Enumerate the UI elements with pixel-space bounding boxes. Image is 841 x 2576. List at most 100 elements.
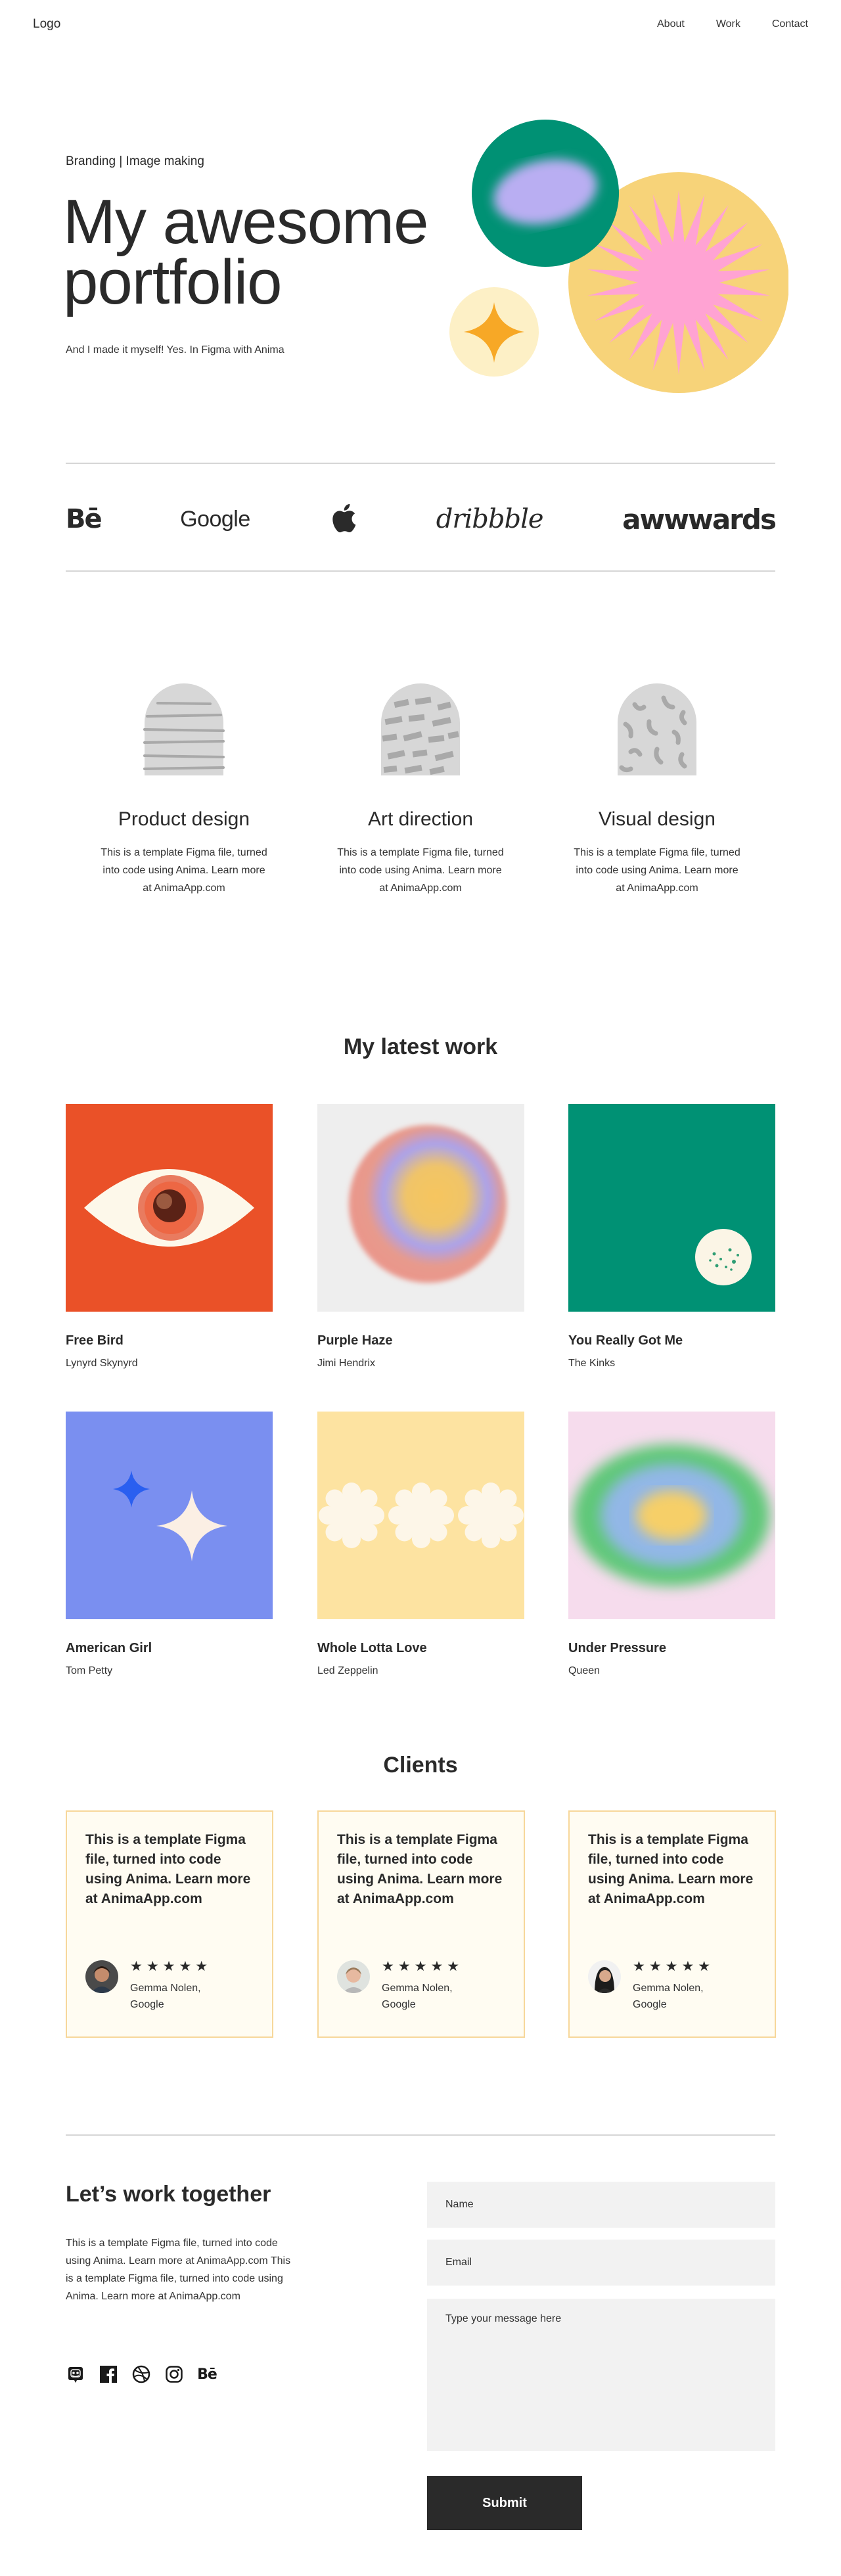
google-logo: Google [180,506,250,532]
name-input[interactable] [427,2182,775,2228]
client-name-line1: Gemma Nolen, [130,1983,201,1994]
work-title[interactable]: Under Pressure [568,1641,775,1656]
work-card-free-bird: Free Bird Lynyrd Skynyrd [66,1104,273,1369]
flower-petal [436,1506,454,1525]
facebook-icon[interactable] [99,2364,118,2384]
work-thumbnail[interactable] [317,1412,524,1619]
divider-bottom [66,570,775,572]
flower-petal [498,1523,517,1542]
flower-petal [319,1506,337,1525]
work-title[interactable]: Free Bird [66,1333,273,1348]
flower-petal [359,1489,378,1508]
contact-description: This is a template Figma file, turned in… [66,2238,291,2302]
service-visual-design: Visual design This is a template Figma f… [539,683,775,897]
behance-icon-glyph: Bē [197,2366,217,2383]
clients-title: Clients [383,1753,458,1778]
flower-petal [359,1523,378,1542]
client-name-line2: Google [633,1999,667,2010]
work-thumbnail[interactable] [568,1104,775,1312]
flower-petal [388,1506,407,1525]
brand-logos: Bē Google dribbble awwwards [66,486,777,552]
client-footer: ★★★★★ Gemma Nolen, Google [588,1960,714,2013]
client-testimonial-card: This is a template Figma file, turned in… [66,1810,273,2038]
work-title[interactable]: Purple Haze [317,1333,524,1348]
service-title: Product design [118,808,250,830]
work-thumbnail[interactable] [66,1104,273,1312]
hero-illustration [449,120,788,393]
client-name: Gemma Nolen, Google [633,1980,714,2013]
flower-petal [342,1530,361,1548]
avatar [337,1960,370,1993]
flower-petal [498,1489,517,1508]
client-testimonial-card: This is a template Figma file, turned in… [317,1810,525,2038]
flower-petal [342,1483,361,1501]
work-thumbnail[interactable] [317,1104,524,1312]
flower-petal [482,1530,500,1548]
work-artist: The Kinks [568,1358,616,1369]
flower-petal [465,1523,484,1542]
rating-stars: ★★★★★ [130,1959,212,1974]
flower-petal [325,1523,344,1542]
client-footer: ★★★★★ Gemma Nolen, Google [85,1960,212,2013]
work-artist: Lynyrd Skynyrd [66,1358,138,1369]
client-footer: ★★★★★ Gemma Nolen, Google [337,1960,463,2013]
work-thumbnail[interactable] [568,1412,775,1619]
hero-title: My awesome portfolio [63,191,431,314]
divider-top [66,463,775,464]
work-artist: Queen [568,1665,601,1676]
avatar [85,1960,118,1993]
rating-stars: ★★★★★ [633,1959,715,1974]
stripes-arch-icon [143,683,225,775]
site-header: Logo About Work Contact [0,0,841,53]
flower-petal [395,1523,414,1542]
social-links: Bē [66,2364,217,2384]
avatar [588,1960,621,1993]
site-logo[interactable]: Logo [33,17,60,32]
service-product-design: Product design This is a template Figma … [66,683,302,897]
dribbble-logo: dribbble [436,504,544,534]
work-artist: Jimi Hendrix [317,1358,376,1369]
discord-icon[interactable] [66,2364,85,2384]
work-title[interactable]: Whole Lotta Love [317,1641,524,1656]
client-quote: This is a template Figma file, turned in… [337,1832,503,1906]
work-title[interactable]: American Girl [66,1641,273,1656]
client-quote: This is a template Figma file, turned in… [85,1832,251,1906]
client-name: Gemma Nolen, Google [382,1980,463,2013]
nav-link-work[interactable]: Work [716,18,740,30]
hero-title-line1: My awesome [63,187,428,257]
flower-petal [412,1483,430,1501]
service-description: This is a template Figma file, turned in… [574,847,740,894]
nav-link-about[interactable]: About [657,18,685,30]
work-card-american-girl: American Girl Tom Petty [66,1412,273,1677]
message-textarea[interactable] [427,2299,775,2451]
client-name: Gemma Nolen, Google [130,1980,212,2013]
flower-petal [505,1506,524,1525]
work-card-purple-haze: Purple Haze Jimi Hendrix [317,1104,524,1369]
squiggles-arch-icon [618,683,696,775]
work-title[interactable]: You Really Got Me [568,1333,775,1348]
behance-icon[interactable]: Bē [197,2364,217,2384]
main-nav: About Work Contact [657,18,808,30]
awwwards-logo: awwwards [622,503,777,536]
work-card-you-really-got-me: You Really Got Me The Kinks [568,1104,775,1369]
dribbble-icon[interactable] [131,2364,151,2384]
submit-button[interactable]: Submit [427,2476,582,2530]
service-title: Art direction [367,808,474,830]
client-name-line1: Gemma Nolen, [382,1983,453,1994]
nav-link-contact[interactable]: Contact [772,18,808,30]
instagram-icon[interactable] [164,2364,184,2384]
work-thumbnail[interactable] [66,1412,273,1619]
latest-work-title: My latest work [343,1034,498,1059]
services-section: Product design This is a template Figma … [66,683,775,897]
hero-eyebrow: Branding | Image making [66,154,204,168]
work-card-whole-lotta-love: Whole Lotta Love Led Zeppelin [317,1412,524,1677]
dashes-arch-icon [381,683,460,775]
flower-petal [366,1506,384,1525]
flower-petal [325,1489,344,1508]
work-card-under-pressure: Under Pressure Queen [568,1412,775,1677]
email-input[interactable] [427,2240,775,2286]
client-testimonial-card: This is a template Figma file, turned in… [568,1810,776,2038]
rating-stars: ★★★★★ [382,1959,464,1974]
flower-petal [428,1489,447,1508]
client-name-line2: Google [130,1999,164,2010]
